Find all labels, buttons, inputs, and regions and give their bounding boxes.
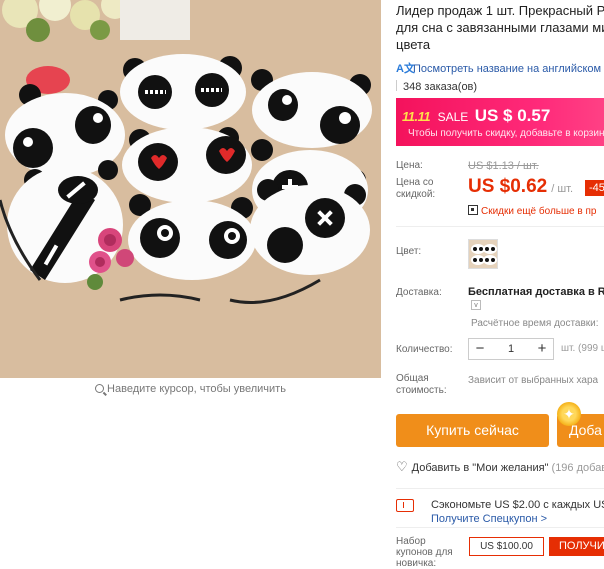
zoom-hint-text: Наведите курсор, чтобы увеличить — [107, 383, 286, 395]
translate-link[interactable]: A文Посмотреть название на английском — [396, 60, 601, 75]
total-cost-label: Общая стоимость: — [396, 373, 447, 397]
divider — [396, 80, 397, 91]
discount-price-label-line: Цена со — [396, 177, 434, 188]
delivery-label: Доставка: — [396, 287, 442, 298]
orders-count: 348 заказа(ов) — [396, 80, 477, 93]
current-price: US $0.62/ шт. — [468, 176, 573, 198]
wishlist-count: (196 добавле — [551, 462, 604, 474]
swatch-thumbnail — [469, 240, 497, 268]
translate-link-text[interactable]: Посмотреть название на английском — [413, 63, 601, 75]
heart-icon: ♡ — [396, 459, 408, 474]
zoom-hint: Наведите курсор, чтобы увеличить — [0, 383, 381, 395]
product-title-line: для сна с завязанными глазами ми — [396, 20, 604, 35]
translate-icon: A文 — [396, 63, 415, 75]
special-coupon-section: Сэкономьте US $2.00 с каждых US $ Получи… — [396, 488, 604, 528]
price-label: Цена: — [396, 160, 423, 171]
color-label: Цвет: — [396, 246, 422, 257]
total-cost-label-line: стоимость: — [396, 385, 447, 396]
total-cost-note: Зависит от выбранных хара — [468, 375, 599, 386]
quantity-available-note: шт. (999 ш — [561, 343, 604, 354]
sale-banner: 11.11 SALE US $ 0.57 Чтобы получить скид… — [396, 98, 604, 146]
quantity-label: Количество: — [396, 344, 453, 355]
sale-logo: 11.11 — [402, 109, 431, 124]
more-discounts-text[interactable]: Скидки ещё больше в пр — [481, 206, 596, 217]
newbie-coupon-amount: US $100.00 — [469, 537, 544, 556]
promo-star-icon: ✦ — [557, 402, 581, 426]
mask-top-right — [251, 69, 372, 148]
quantity-stepper: − 1 + — [468, 338, 554, 360]
delivery-dropdown-toggle[interactable]: v — [471, 300, 481, 310]
chevron-down-icon: v — [474, 302, 478, 309]
delivery-value: Бесплатная доставка в Rus — [468, 286, 604, 298]
product-page: Наведите курсор, чтобы увеличить Лидер п… — [0, 0, 604, 569]
mask-top-center — [120, 54, 246, 130]
discount-price-label: Цена со скидкой: — [396, 177, 435, 201]
current-price-value: US $0.62 — [468, 176, 548, 197]
product-title-line: цвета — [396, 37, 431, 52]
product-image[interactable] — [0, 0, 381, 378]
delivery-time: Расчётное время доставки: — [471, 318, 599, 329]
color-option-swatch[interactable] — [468, 239, 498, 269]
newbie-label-line: новичка: — [396, 558, 437, 569]
magnifier-icon — [95, 384, 105, 393]
sale-subtitle: Чтобы получить скидку, добавьте в корзин — [408, 128, 604, 139]
product-title-line: Лидер продаж 1 шт. Прекрасный P — [396, 3, 604, 18]
newbie-label-line: купонов для — [396, 547, 453, 558]
mask-bottom-center — [128, 194, 256, 280]
mask-bottom-right-x — [250, 179, 370, 275]
product-title: Лидер продаж 1 шт. Прекрасный P для сна … — [396, 2, 604, 53]
newbie-label-line: Набор — [396, 536, 426, 547]
sale-price: US $ 0.57 — [474, 106, 551, 125]
discount-badge: -45% — [585, 180, 604, 196]
sale-word: SALE — [437, 110, 469, 124]
discount-price-label-line: скидкой: — [396, 189, 436, 200]
quantity-decrease-button[interactable]: − — [469, 339, 491, 359]
price-unit: / шт. — [551, 183, 574, 195]
product-info-panel: Лидер продаж 1 шт. Прекрасный P для сна … — [396, 0, 604, 569]
buy-now-button[interactable]: Купить сейчас — [396, 414, 549, 447]
get-coupon-button[interactable]: ПОЛУЧИТЬ — [549, 537, 604, 556]
mask-heart-eyes — [122, 127, 252, 203]
flower-decoration-top — [2, 0, 190, 42]
section-divider — [396, 226, 604, 227]
product-image-illustration — [0, 0, 381, 378]
orders-count-text: 348 заказа(ов) — [403, 81, 478, 93]
more-discounts-link[interactable]: Скидки ещё больше в пр — [468, 205, 596, 217]
qr-code-icon — [468, 205, 478, 215]
wishlist-text[interactable]: Добавить в "Мои желания" — [412, 462, 549, 474]
total-cost-label-line: Общая — [396, 373, 429, 384]
coupon-save-text: Сэкономьте US $2.00 с каждых US $ — [431, 499, 604, 511]
add-to-wishlist-link[interactable]: ♡ Добавить в "Мои желания" (196 добавле — [396, 459, 604, 475]
coupon-icon — [396, 499, 414, 512]
old-price: US $1.13 / шт. — [468, 160, 539, 172]
get-special-coupon-link[interactable]: Получите Спецкупон > — [431, 513, 547, 525]
newbie-coupons-label: Набор купонов для новичка: — [396, 536, 453, 569]
quantity-input[interactable]: 1 — [491, 339, 531, 359]
quantity-increase-button[interactable]: + — [531, 339, 553, 359]
